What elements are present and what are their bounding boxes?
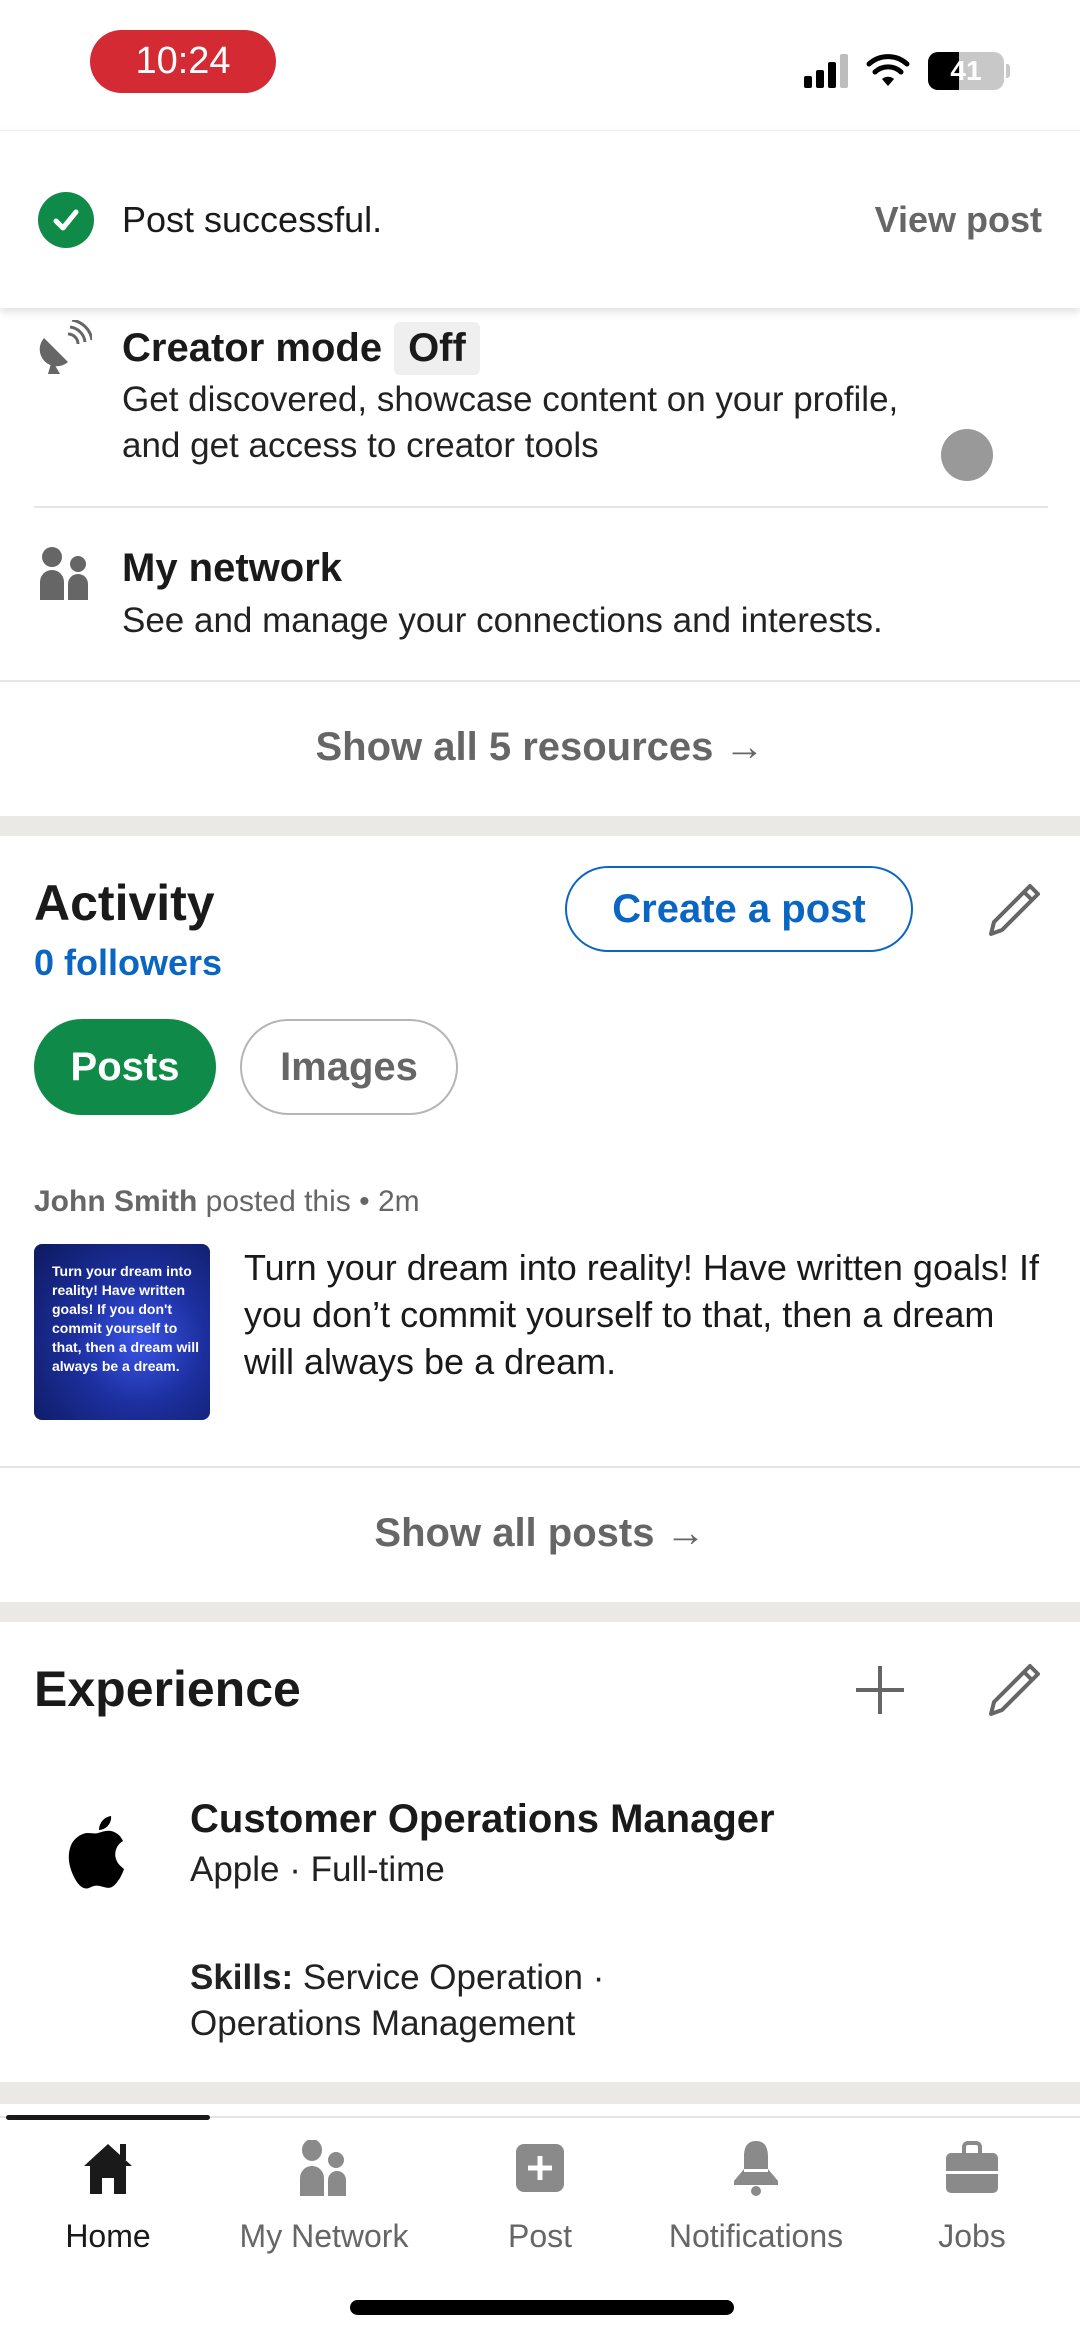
- creator-mode-desc-line2: and get access to creator tools: [122, 426, 599, 465]
- status-icons: 41: [804, 52, 1010, 90]
- nav-post[interactable]: Post: [432, 2138, 648, 2255]
- followers-count-link[interactable]: 0 followers: [34, 942, 222, 984]
- section-separator: [0, 816, 1080, 836]
- skills-line1: Service Operation ·: [293, 1958, 605, 1997]
- creator-mode-description: Get discovered, showcase content on your…: [122, 377, 898, 469]
- people-icon: [40, 547, 88, 600]
- my-network-title: My network: [122, 546, 343, 590]
- experience-title: Experience: [34, 1661, 301, 1717]
- nav-post-label: Post: [507, 2218, 573, 2254]
- home-icon: [84, 2144, 132, 2194]
- nav-notifications[interactable]: Notifications: [648, 2138, 864, 2255]
- satellite-dish-icon: [39, 320, 92, 374]
- nav-my-network[interactable]: My Network: [216, 2138, 432, 2255]
- check-circle-icon: [38, 191, 94, 248]
- skills-label: Skills:: [190, 1958, 294, 1997]
- bell-icon: [734, 2141, 778, 2196]
- post-author: John Smith: [34, 1185, 198, 1218]
- cellular-signal-icon: [804, 54, 848, 88]
- divider: [34, 506, 1048, 508]
- skills-line2: Operations Management: [190, 2004, 576, 2043]
- nav-jobs[interactable]: Jobs: [864, 2138, 1080, 2255]
- section-separator: [0, 1602, 1080, 1622]
- filter-images-chip[interactable]: Images: [240, 1019, 458, 1115]
- nav-notifications-label: Notifications: [668, 2218, 844, 2254]
- status-bar: 10:24 41: [0, 0, 1080, 130]
- show-all-resources-link[interactable]: Show all 5 resources →: [0, 725, 1080, 770]
- active-tab-indicator: [6, 2115, 210, 2120]
- battery-icon: 41: [928, 52, 1004, 90]
- battery-tip: [1006, 64, 1010, 78]
- plus-icon: [856, 1666, 904, 1714]
- post-time: posted this • 2m: [197, 1185, 420, 1218]
- people-icon: [300, 2140, 346, 2196]
- apple-logo-icon: [68, 1816, 124, 1889]
- creator-mode-desc-line1: Get discovered, showcase content on your…: [122, 380, 899, 419]
- my-network-description: See and manage your connections and inte…: [122, 601, 883, 640]
- plus-square-icon: [516, 2144, 564, 2192]
- creator-mode-status-badge: Off: [394, 322, 480, 375]
- filter-posts-chip[interactable]: Posts: [34, 1019, 216, 1115]
- experience-skills: Skills: Service Operation · Operations M…: [190, 1955, 604, 2047]
- create-post-button[interactable]: Create a post: [565, 866, 913, 952]
- creator-mode-title: Creator mode Off: [122, 322, 480, 375]
- pencil-icon: [989, 884, 1040, 936]
- view-post-link[interactable]: View post: [875, 199, 1042, 241]
- post-success-toast: Post successful. View post: [0, 130, 1080, 308]
- toast-message: Post successful.: [122, 198, 383, 240]
- nav-my-network-label: My Network: [239, 2218, 409, 2254]
- post-thumbnail: Turn your dream into reality! Have writt…: [34, 1244, 210, 1420]
- show-all-posts-link[interactable]: Show all posts →: [0, 1511, 1080, 1556]
- post-text: Turn your dream into reality! Have writt…: [244, 1247, 1039, 1382]
- status-time: 10:24: [90, 30, 276, 93]
- add-experience-button[interactable]: [850, 1660, 910, 1720]
- experience-role: Customer Operations Manager: [190, 1797, 775, 1841]
- divider: [0, 680, 1080, 682]
- home-indicator[interactable]: [350, 2300, 734, 2315]
- wifi-icon: [866, 54, 910, 86]
- divider: [0, 1466, 1080, 1468]
- edit-activity-button[interactable]: [984, 880, 1044, 940]
- creator-mode-label: Creator mode: [122, 326, 383, 370]
- section-separator: [0, 2082, 1080, 2104]
- activity-title: Activity: [34, 875, 215, 931]
- nav-home-label: Home: [65, 2218, 151, 2254]
- briefcase-icon: [946, 2141, 998, 2193]
- edit-experience-button[interactable]: [984, 1660, 1044, 1720]
- creator-mode-toggle[interactable]: [941, 429, 993, 481]
- nav-jobs-label: Jobs: [938, 2218, 1006, 2254]
- battery-level: 41: [950, 55, 982, 86]
- pencil-icon: [989, 1664, 1040, 1716]
- post-meta: John Smith posted this • 2m: [34, 1185, 420, 1219]
- experience-company: Apple · Full-time: [190, 1850, 445, 1889]
- nav-home[interactable]: Home: [0, 2138, 216, 2255]
